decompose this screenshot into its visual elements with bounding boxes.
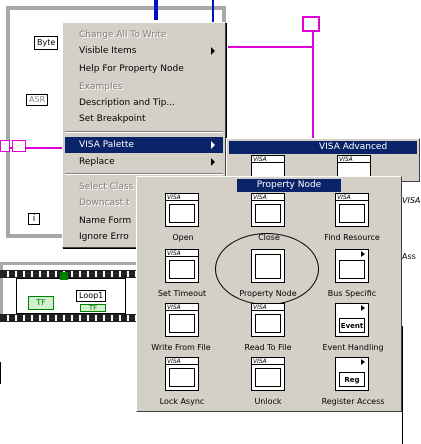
- loop-label: Loop1: [76, 290, 107, 302]
- visa-advanced-title: VISA Advanced: [229, 141, 417, 154]
- menu-separator: [65, 131, 223, 133]
- label-find-resource: Find Resource: [324, 233, 380, 242]
- lock-async-icon[interactable]: VISA: [165, 357, 199, 391]
- label-set-timeout: Set Timeout: [157, 289, 207, 298]
- menu-item-description-and-tip[interactable]: Description and Tip...: [65, 95, 223, 111]
- visa-write-file-icon[interactable]: VISA: [165, 303, 199, 337]
- menu-item-visa-palette[interactable]: VISA Palette: [65, 137, 223, 153]
- film-strip-top: [0, 270, 140, 278]
- label-property-node: Property Node: [239, 289, 297, 298]
- submenu-arrow-icon: [211, 47, 215, 55]
- info-icon[interactable]: i: [28, 213, 40, 225]
- register-access-icon[interactable]: Reg: [335, 357, 369, 391]
- string-node[interactable]: [302, 16, 320, 32]
- bolt-icon: [361, 251, 365, 257]
- bolt-icon: [361, 359, 365, 365]
- visa-open-icon[interactable]: VISA: [165, 193, 199, 227]
- label-event-handling: Event Handling: [322, 343, 384, 352]
- menu-item-set-breakpoint[interactable]: Set Breakpoint: [65, 111, 223, 127]
- submenu-arrow-icon: [211, 141, 215, 149]
- reference-wire-top: [228, 46, 314, 48]
- visa-set-timeout-icon[interactable]: VISA: [165, 249, 199, 283]
- pink-terminal-icon-2[interactable]: [12, 140, 26, 152]
- visa-find-resource-icon[interactable]: VISA: [335, 193, 369, 227]
- left-edge-line: [0, 362, 1, 384]
- asr-label: ASR: [26, 94, 49, 106]
- label-unlock: Unlock: [254, 397, 282, 406]
- unlock-icon[interactable]: VISA: [251, 357, 285, 391]
- data-wire-top: [212, 0, 214, 24]
- label-write-from-file: Write From File: [151, 343, 211, 352]
- tf-node[interactable]: TF: [28, 296, 54, 310]
- film-strip-bottom: [0, 314, 140, 322]
- menu-item-visible-items[interactable]: Visible Items: [65, 43, 223, 59]
- tf-node-2[interactable]: TF: [80, 304, 106, 312]
- reference-wire-right: [312, 30, 314, 150]
- menu-item-replace[interactable]: Replace: [65, 154, 223, 170]
- bus-specific-icon[interactable]: [335, 249, 369, 283]
- pink-terminal-icon[interactable]: [0, 140, 10, 152]
- menu-item-change-all-to-write[interactable]: Change All To Write: [65, 27, 223, 43]
- data-wire: [154, 0, 158, 20]
- label-bus-specific: Bus Specific: [327, 289, 377, 298]
- event-handling-icon[interactable]: Event: [335, 303, 369, 337]
- menu-item-examples[interactable]: Examples: [65, 79, 223, 95]
- label-lock-async: Lock Async: [159, 397, 205, 406]
- property-node-palette-title: Property Node: [237, 179, 341, 192]
- green-node[interactable]: [60, 272, 68, 280]
- menu-item-help-property-node[interactable]: Help For Property Node: [65, 61, 223, 77]
- bolt-icon: [361, 305, 365, 311]
- label-open: Open: [172, 233, 194, 242]
- menu-separator: [65, 173, 223, 175]
- visa-fragment: VISA: [402, 196, 421, 205]
- submenu-arrow-icon: [211, 158, 215, 166]
- byte-label: Byte: [34, 36, 59, 50]
- label-register-access: Register Access: [321, 397, 385, 406]
- label-read-to-file: Read To File: [244, 343, 292, 352]
- visa-read-file-icon[interactable]: VISA: [251, 303, 285, 337]
- property-node-palette: Property Node VISA VISA VISA Open Close …: [136, 176, 402, 412]
- ass-fragment: Ass: [402, 252, 416, 261]
- visa-close-icon[interactable]: VISA: [251, 193, 285, 227]
- right-edge-line: [402, 326, 403, 444]
